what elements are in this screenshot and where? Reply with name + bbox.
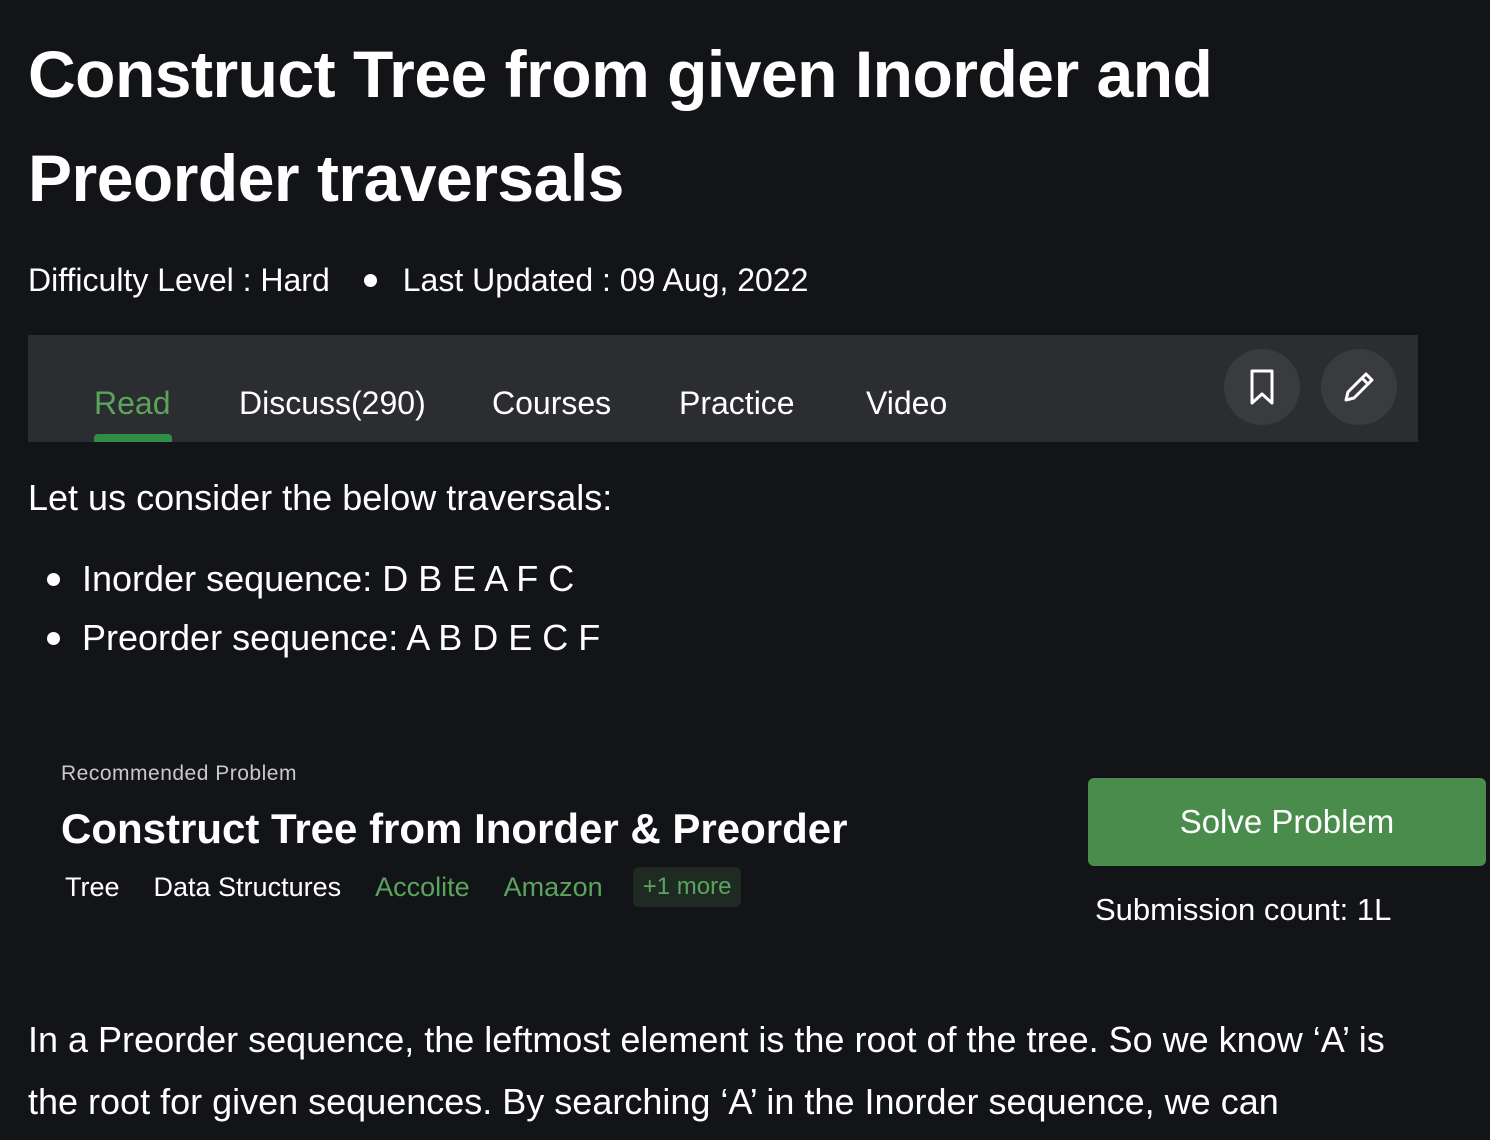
intro-text: Let us consider the below traversals: [28,477,613,518]
difficulty-level: Difficulty Level : Hard [28,261,330,298]
bookmark-icon [1250,369,1274,405]
bookmark-button[interactable] [1224,349,1300,425]
bullet-dot [47,632,60,645]
tab-courses[interactable]: Courses [492,383,611,423]
more-tags-badge[interactable]: +1 more [632,867,742,907]
active-tab-indicator [94,434,172,442]
bullet-dot [47,573,60,586]
submission-count: Submission count: 1L [1095,892,1392,927]
page-title: Construct Tree from given Inorder and Pr… [28,37,1213,215]
recommended-problem-label: Recommended Problem [61,762,297,785]
pencil-icon [1344,372,1374,402]
problem-tags: Tree Data Structures Accolite Amazon +1 … [65,865,742,909]
inorder-sequence: Inorder sequence: D B E A F C [82,558,575,599]
tab-video[interactable]: Video [866,383,947,423]
tag-tree[interactable]: Tree [65,872,120,903]
recommended-problem-title[interactable]: Construct Tree from Inorder & Preorder [61,800,848,858]
list-item: Inorder sequence: D B E A F C [0,556,600,602]
meta-separator-dot [363,273,377,287]
tag-accolite[interactable]: Accolite [375,872,470,903]
edit-button[interactable] [1321,349,1397,425]
article-paragraph: In a Preorder sequence, the leftmost ele… [28,1019,1385,1122]
tab-read[interactable]: Read [94,383,171,423]
preorder-sequence: Preorder sequence: A B D E C F [82,617,601,658]
tag-amazon[interactable]: Amazon [504,872,603,903]
tab-practice[interactable]: Practice [679,383,795,423]
tag-data-structures[interactable]: Data Structures [154,872,342,903]
solve-problem-button[interactable]: Solve Problem [1088,778,1486,866]
sequence-list: Inorder sequence: D B E A F C Preorder s… [0,556,600,674]
tab-discuss[interactable]: Discuss(290) [239,383,426,423]
list-item: Preorder sequence: A B D E C F [0,615,600,661]
article-tab-bar: Read Discuss(290) Courses Practice Video [28,335,1418,442]
article-page: Construct Tree from given Inorder and Pr… [0,0,1490,1140]
article-meta: Difficulty Level : Hard Last Updated : 0… [28,258,808,302]
last-updated: Last Updated : 09 Aug, 2022 [402,261,809,298]
